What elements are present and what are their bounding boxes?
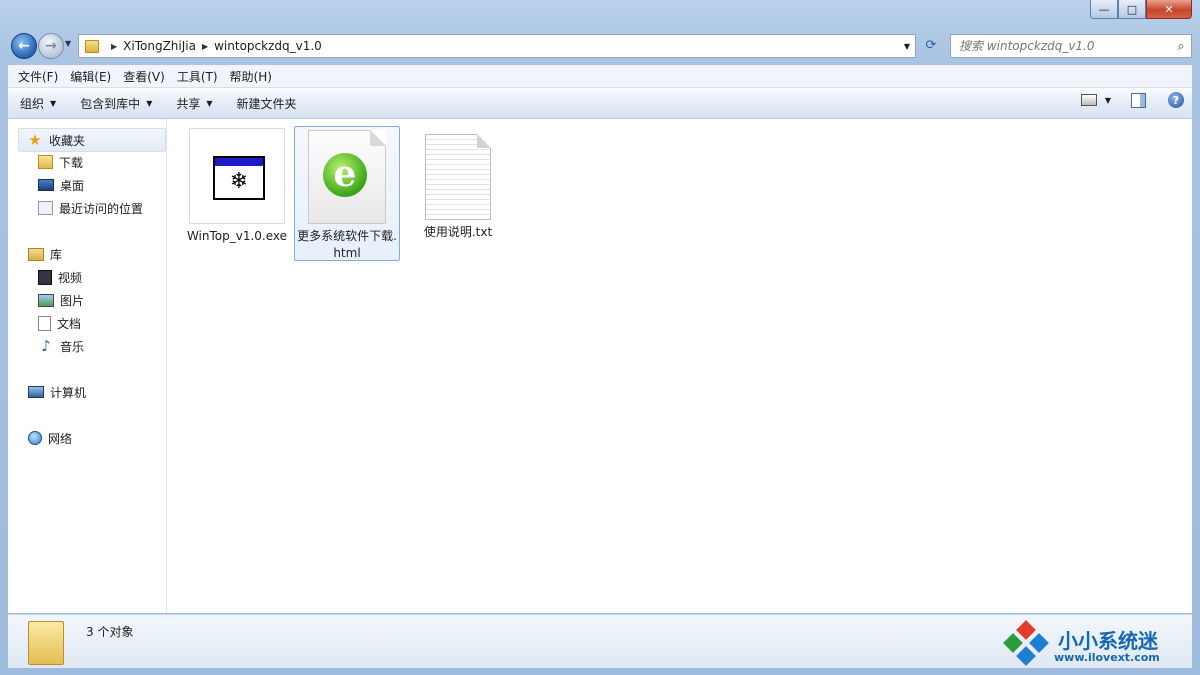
preview-pane-icon[interactable] (1131, 92, 1146, 108)
search-box: ⌕ (950, 34, 1192, 58)
nav-desktop[interactable]: 桌面 (38, 174, 84, 196)
chevron-down-icon: ▼ (146, 98, 153, 108)
item-count: 3 个对象 (86, 625, 134, 639)
menu-view[interactable]: 查看(V) (117, 68, 171, 85)
nav-videos[interactable]: 视频 (38, 266, 82, 288)
navigation-row: ← → ▼ ▶ XiTongZhiJia ▶ wintopckzdq_v1.0 … (8, 30, 1192, 62)
minimize-button[interactable]: — (1090, 0, 1118, 19)
nav-documents-label: 文档 (57, 316, 82, 331)
caption-buttons: — □ ✕ (1090, 0, 1192, 19)
nav-documents[interactable]: 文档 (38, 312, 81, 334)
desktop-icon (38, 179, 54, 191)
details-pane: 3 个对象 小小系统迷 www.ilovext.com (8, 614, 1192, 668)
back-button[interactable]: ← (11, 33, 37, 59)
forward-button[interactable]: → (38, 33, 64, 59)
menu-tools[interactable]: 工具(T) (171, 68, 224, 85)
exe-window-icon: ❄ (189, 128, 285, 224)
nav-pictures-label: 图片 (60, 293, 85, 308)
nav-libraries[interactable]: 库 (28, 243, 62, 265)
view-options-dropdown-icon[interactable]: ▼ (1105, 96, 1111, 105)
nav-favorites-label: 收藏夹 (49, 133, 86, 148)
menu-edit[interactable]: 编辑(E) (64, 68, 117, 85)
arrow-right-icon: → (45, 38, 57, 54)
nav-downloads-label: 下载 (59, 155, 84, 170)
nav-music[interactable]: ♪ 音乐 (38, 335, 84, 357)
arrow-left-icon: ← (18, 38, 30, 54)
nav-computer[interactable]: 计算机 (28, 381, 86, 403)
breadcrumb-separator-icon[interactable]: ▶ (202, 42, 208, 51)
maximize-button[interactable]: □ (1118, 0, 1146, 19)
include-in-library-label: 包含到库中 (80, 96, 141, 111)
nav-network[interactable]: 网络 (28, 427, 72, 449)
computer-icon (28, 386, 44, 398)
chevron-down-icon: ▼ (206, 98, 213, 108)
nav-libraries-label: 库 (50, 247, 63, 262)
nav-recent-places[interactable]: 最近访问的位置 (38, 197, 143, 219)
help-icon[interactable]: ? (1168, 92, 1184, 108)
organize-label: 组织 (20, 96, 45, 111)
star-icon: ★ (28, 131, 42, 149)
new-folder-label: 新建文件夹 (236, 96, 297, 111)
pictures-library-icon (38, 293, 54, 307)
file-item-exe[interactable]: ❄ WinTop_v1.0.exe (185, 127, 289, 245)
text-document-icon (425, 134, 491, 220)
refresh-button[interactable]: ⟳ (920, 34, 942, 56)
nav-pictures[interactable]: 图片 (38, 289, 84, 311)
share-label: 共享 (176, 96, 201, 111)
search-icon[interactable]: ⌕ (1171, 39, 1191, 54)
address-dropdown-icon[interactable]: ▼ (899, 42, 915, 51)
menu-file[interactable]: 文件(F) (12, 68, 64, 85)
diamond-logo-icon (1003, 620, 1049, 667)
folder-icon (28, 621, 64, 665)
nav-network-label: 网络 (48, 431, 73, 446)
ie-html-icon: e (308, 130, 386, 224)
watermark-logo: 小小系统迷 www.ilovext.com (1000, 619, 1180, 667)
include-in-library-button[interactable]: 包含到库中 ▼ (68, 95, 164, 112)
breadcrumb-xitongzhijia[interactable]: XiTongZhiJia (123, 39, 196, 53)
chevron-down-icon: ▼ (50, 98, 57, 108)
nav-desktop-label: 桌面 (60, 178, 85, 193)
watermark-title: 小小系统迷 (1058, 629, 1158, 653)
organize-button[interactable]: 组织 ▼ (8, 95, 68, 112)
nav-music-label: 音乐 (60, 339, 85, 354)
nav-favorites[interactable]: ★ 收藏夹 (18, 128, 166, 152)
file-name: 使用说明.txt (423, 225, 493, 239)
breadcrumb-separator-icon[interactable]: ▶ (111, 42, 117, 51)
file-name: 更多系统软件下载.html (297, 229, 397, 260)
downloads-folder-icon (38, 155, 53, 169)
refresh-icon: ⟳ (925, 37, 937, 53)
libraries-icon (28, 247, 44, 261)
network-globe-icon (28, 431, 42, 445)
search-input[interactable] (951, 38, 1171, 54)
documents-library-icon (38, 315, 51, 331)
close-button[interactable]: ✕ (1146, 0, 1192, 19)
nav-downloads[interactable]: 下载 (38, 151, 83, 173)
file-list-area[interactable]: ❄ WinTop_v1.0.exe e 更多系统软件下载.html 使用说明.t… (167, 119, 1192, 613)
file-item-html[interactable]: e 更多系统软件下载.html (294, 126, 400, 261)
nav-videos-label: 视频 (58, 270, 83, 285)
video-library-icon (38, 269, 52, 285)
new-folder-button[interactable]: 新建文件夹 (225, 95, 309, 112)
watermark-url: www.ilovext.com (1054, 651, 1160, 664)
breadcrumb-current-folder[interactable]: wintopckzdq_v1.0 (214, 39, 322, 53)
command-bar: 组织 ▼ 包含到库中 ▼ 共享 ▼ 新建文件夹 ▼ ? (8, 88, 1192, 119)
address-bar[interactable]: ▶ XiTongZhiJia ▶ wintopckzdq_v1.0 ▼ (78, 34, 916, 58)
menu-help[interactable]: 帮助(H) (224, 68, 278, 85)
navigation-pane: ★ 收藏夹 下载 桌面 最近访问的位置 库 视频 图片 文档 ♪ 音乐 计算机 … (8, 119, 167, 613)
explorer-window: — □ ✕ ← → ▼ ▶ XiTongZhiJia ▶ wintopckzdq… (0, 0, 1200, 675)
recent-pages-dropdown[interactable]: ▼ (65, 39, 71, 48)
share-button[interactable]: 共享 ▼ (164, 95, 224, 112)
nav-computer-label: 计算机 (50, 385, 87, 400)
music-note-icon: ♪ (41, 337, 51, 355)
folder-icon (85, 39, 99, 53)
menu-bar: 文件(F) 编辑(E) 查看(V) 工具(T) 帮助(H) (8, 65, 1192, 88)
change-view-icon[interactable] (1080, 94, 1097, 106)
view-controls: ▼ ? (1080, 92, 1184, 108)
file-name: WinTop_v1.0.exe (186, 229, 288, 243)
recent-places-icon (38, 201, 53, 215)
file-item-txt[interactable]: 使用说明.txt (406, 127, 510, 241)
nav-recent-places-label: 最近访问的位置 (59, 201, 144, 216)
